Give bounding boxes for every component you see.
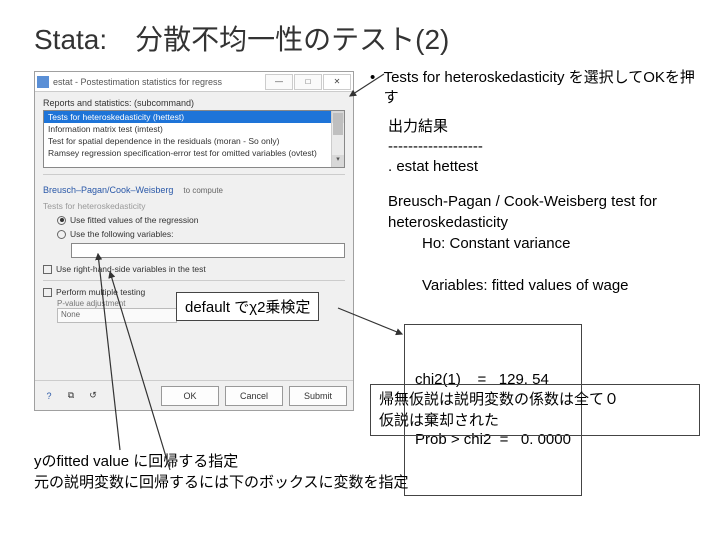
mtest-checkbox-label: Perform multiple testing [56,287,145,297]
radio1-main-label: Tests for heteroskedasticity [43,201,146,211]
output-cmd: . estat hettest [388,157,700,177]
bullet-text: Tests for heteroskedasticity を選択してOKを押す [384,68,700,109]
reset-icon[interactable]: ↺ [85,388,101,404]
conclusion-line1: 帰無仮説は説明変数の係数は全て０ [379,389,691,410]
group-header: Breusch–Pagan/Cook–Weisberg [43,185,173,195]
group-hint: to compute [183,186,223,195]
ok-button[interactable]: OK [161,386,219,406]
variables-input[interactable] [71,243,345,258]
help-icon[interactable]: ? [41,388,57,404]
list-item[interactable]: Tests for heteroskedasticity (hettest) [44,111,344,123]
subcommand-listbox[interactable]: Tests for heteroskedasticity (hettest) I… [43,110,345,168]
scroll-thumb[interactable] [333,113,343,135]
radio-fitted-values-label: Use fitted values of the regression [70,215,199,225]
submit-button[interactable]: Submit [289,386,347,406]
dialog-title: estat - Postestimation statistics for re… [53,77,265,87]
radio-fitted-values[interactable] [57,216,66,225]
foot-line2: 元の説明変数に回帰するには下のボックスに変数を指定 [34,472,409,493]
copy-icon[interactable]: ⧉ [63,388,79,404]
list-item[interactable]: Test for spatial dependence in the resid… [44,135,344,147]
output-label: 出力結果 [388,117,700,137]
list-item[interactable]: Information matrix test (imtest) [44,123,344,135]
rhs-checkbox[interactable] [43,265,52,274]
cancel-button[interactable]: Cancel [225,386,283,406]
bullet-icon: • [370,68,384,109]
footnote: yのfitted value に回帰する指定 元の説明変数に回帰するには下のボッ… [34,451,409,493]
radio-following-vars[interactable] [57,230,66,239]
conclusion-box: 帰無仮説は説明変数の係数は全て０ 仮説は棄却された [370,384,700,436]
list-item[interactable]: Ramsey regression specification-error te… [44,147,344,159]
stata-dialog: estat - Postestimation statistics for re… [34,71,354,411]
foot-line1: yのfitted value に回帰する指定 [34,451,409,472]
conclusion-line2: 仮説は棄却された [379,410,691,431]
listbox-scrollbar[interactable]: ▴ ▾ [331,111,344,167]
subcommand-label: Reports and statistics: (subcommand) [43,98,345,108]
scroll-down-icon[interactable]: ▾ [332,155,344,167]
app-icon [37,76,49,88]
explanation-text: • Tests for heteroskedasticity を選択してOKを押… [370,68,700,296]
mtest-checkbox[interactable] [43,288,52,297]
dialog-titlebar[interactable]: estat - Postestimation statistics for re… [35,72,353,92]
minimize-button[interactable]: — [265,74,293,90]
test-title: Breusch-Pagan / Cook-Weisberg test for h… [388,191,700,233]
radio-following-vars-label: Use the following variables: [70,229,173,239]
pvalue-dropdown[interactable]: None [57,308,177,323]
rhs-checkbox-label: Use right-hand-side variables in the tes… [56,264,206,274]
output-dashes: ------------------- [388,137,700,157]
test-ho: Ho: Constant variance [422,233,700,254]
close-button[interactable]: ✕ [323,74,351,90]
maximize-button[interactable]: □ [294,74,322,90]
slide-title: Stata: 分散不均一性のテスト(2) [0,0,720,66]
chi-callout: default でχ2乗検定 [176,292,319,321]
test-vars: Variables: fitted values of wage [422,277,629,294]
